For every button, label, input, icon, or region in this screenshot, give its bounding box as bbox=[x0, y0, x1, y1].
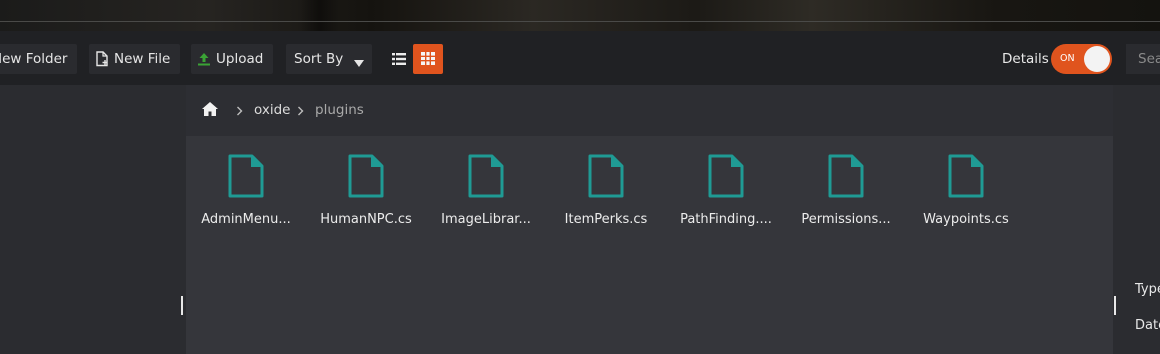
toolbar: New Folder New File Upload Sort By bbox=[0, 31, 1160, 85]
upload-label: Upload bbox=[216, 51, 264, 67]
file-icon bbox=[347, 154, 385, 202]
upload-icon bbox=[197, 52, 211, 66]
file-name: HumanNPC.cs bbox=[320, 212, 412, 227]
details-date-label: Date bbox=[1135, 318, 1160, 333]
toggle-knob bbox=[1084, 46, 1110, 72]
home-icon[interactable] bbox=[202, 102, 218, 120]
details-toggle[interactable]: ON bbox=[1051, 44, 1112, 74]
details-label: Details bbox=[1002, 51, 1049, 67]
chevron-right-icon bbox=[236, 104, 243, 120]
breadcrumb-item-oxide[interactable]: oxide bbox=[254, 102, 290, 118]
file-item[interactable]: Waypoints.cs bbox=[911, 154, 1021, 227]
right-resize-handle[interactable] bbox=[1114, 296, 1116, 315]
file-name: ImageLibrar... bbox=[441, 212, 531, 227]
new-folder-label: New Folder bbox=[0, 51, 68, 67]
left-resize-handle[interactable] bbox=[181, 296, 183, 315]
file-item[interactable]: AdminMenu... bbox=[191, 154, 301, 227]
file-item[interactable]: ImageLibrar... bbox=[431, 154, 541, 227]
file-item[interactable]: PathFinding.... bbox=[671, 154, 781, 227]
toggle-on-text: ON bbox=[1060, 53, 1075, 64]
details-type-label: Type bbox=[1135, 282, 1160, 297]
file-icon bbox=[707, 154, 745, 202]
header-banner bbox=[0, 0, 1160, 31]
chevron-right-icon bbox=[297, 104, 304, 120]
navigation-pane bbox=[0, 85, 180, 354]
search-input[interactable] bbox=[1126, 44, 1160, 74]
list-view-icon bbox=[392, 50, 406, 69]
file-name: Permissions... bbox=[801, 212, 891, 227]
file-name: ItemPerks.cs bbox=[564, 212, 648, 227]
sort-by-dropdown[interactable]: Sort By bbox=[286, 44, 372, 74]
file-grid: AdminMenu... HumanNPC.cs ImageLibrar... Ite… bbox=[186, 136, 1113, 354]
file-icon bbox=[827, 154, 865, 202]
new-folder-button[interactable]: New Folder bbox=[0, 44, 78, 74]
file-name: PathFinding.... bbox=[680, 212, 772, 227]
file-icon bbox=[587, 154, 625, 202]
sort-by-label: Sort By bbox=[294, 51, 344, 67]
breadcrumb: oxide plugins bbox=[186, 85, 1113, 136]
file-icon bbox=[227, 154, 265, 202]
file-icon bbox=[467, 154, 505, 202]
file-icon bbox=[947, 154, 985, 202]
file-item[interactable]: HumanNPC.cs bbox=[311, 154, 421, 227]
breadcrumb-item-plugins: plugins bbox=[315, 102, 364, 118]
new-file-icon bbox=[95, 51, 109, 67]
new-file-button[interactable]: New File bbox=[89, 44, 181, 74]
details-pane: Type Date bbox=[1118, 85, 1160, 354]
file-item[interactable]: ItemPerks.cs bbox=[551, 154, 661, 227]
upload-button[interactable]: Upload bbox=[191, 44, 274, 74]
file-name: AdminMenu... bbox=[201, 212, 291, 227]
file-name: Waypoints.cs bbox=[923, 212, 1009, 227]
grid-view-icon bbox=[421, 50, 435, 69]
new-file-label: New File bbox=[114, 51, 171, 67]
file-view: oxide plugins AdminMenu... HumanNPC.cs Ima… bbox=[186, 85, 1113, 354]
file-item[interactable]: Permissions... bbox=[791, 154, 901, 227]
caret-down-icon bbox=[354, 55, 364, 71]
list-view-button[interactable] bbox=[384, 44, 414, 74]
grid-view-button[interactable] bbox=[413, 44, 443, 74]
